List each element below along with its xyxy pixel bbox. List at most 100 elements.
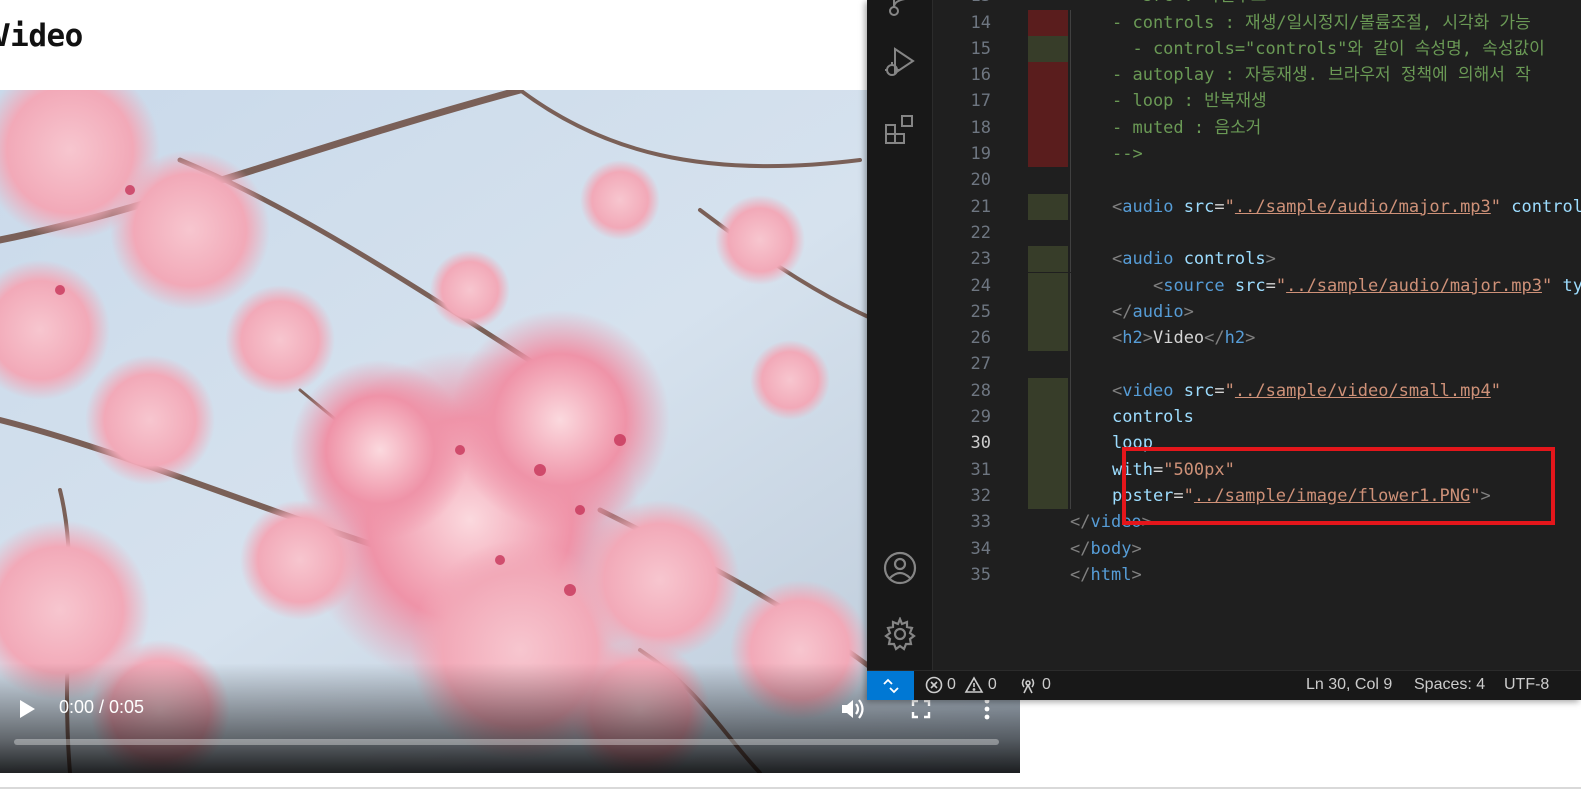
line-number: 26	[970, 328, 991, 349]
code-text: - loop : 반복재생	[1112, 88, 1267, 114]
code-line[interactable]: 32 poster="../sample/image/flower1.PNG">	[933, 482, 1581, 510]
code-line[interactable]: 21 <audio src="../sample/audio/major.mp3"…	[933, 193, 1581, 220]
code-token: - controls : 재생/일시정지/볼륨조절, 시각화 가능	[1112, 12, 1531, 33]
run-debug-icon[interactable]	[880, 42, 920, 82]
code-line[interactable]: 29 controls	[933, 404, 1581, 431]
code-line[interactable]: 16 - autoplay : 자동재생. 브라우저 정책에 의해서 작	[933, 62, 1581, 89]
settings-gear-icon[interactable]	[880, 614, 920, 654]
time-display: 0:00 / 0:05	[59, 697, 145, 717]
code-text: - controls="controls"와 같이 속성명, 속성값이	[1112, 36, 1545, 62]
indent-guide	[1070, 141, 1071, 168]
code-token: body	[1090, 538, 1132, 559]
code-line[interactable]: 35 </html>	[933, 562, 1581, 588]
code-token: with	[1112, 459, 1153, 480]
indent-guide	[1070, 88, 1071, 115]
line-number: 22	[970, 222, 991, 243]
code-token: </	[1204, 328, 1225, 349]
broadcast-icon	[1021, 678, 1035, 694]
diff-gutter-mark	[1028, 404, 1068, 431]
code-line[interactable]: 20	[933, 167, 1581, 194]
code-line[interactable]: 17 - loop : 반복재생	[933, 88, 1581, 115]
code-line[interactable]: 34 </body>	[933, 536, 1581, 562]
code-token: </	[1070, 512, 1091, 533]
code-token: source	[1163, 275, 1225, 296]
code-text: - src : 파일주소	[1122, 0, 1266, 10]
code-token: loop	[1112, 433, 1153, 454]
problems-indicator[interactable]: 0 0	[925, 676, 997, 694]
code-line[interactable]: 18 - muted : 음소거	[933, 114, 1581, 141]
code-token: >	[1265, 249, 1276, 270]
vscode-window: 13 - src : 파일주소 14 - controls : 재생/일시정지/볼륨조…	[867, 0, 1581, 700]
line-number: 30	[970, 433, 991, 454]
code-token: src	[1183, 380, 1215, 401]
cursor-position-text: Ln 30, Col 9	[1306, 676, 1393, 693]
code-token: >	[1480, 485, 1491, 506]
code-text: <source src="../sample/audio/major.mp3" …	[1112, 273, 1581, 299]
line-number: 28	[970, 380, 991, 401]
code-line[interactable]: 26 <h2>Video</h2>	[933, 325, 1581, 352]
code-token: "	[1470, 485, 1481, 506]
source-control-icon[interactable]	[880, 0, 920, 24]
diff-gutter-mark	[1028, 114, 1068, 141]
code-token: - autoplay : 자동재생. 브라우저 정책에 의해서 작	[1112, 65, 1531, 86]
code-token: </	[1112, 301, 1133, 322]
indent-guide	[1070, 62, 1071, 89]
line-number: 33	[970, 512, 991, 533]
account-icon[interactable]	[880, 548, 920, 588]
line-number: 24	[970, 275, 991, 296]
code-line[interactable]: 15 - controls="controls"와 같이 속성명, 속성값이	[933, 35, 1581, 63]
encoding-setting[interactable]: UTF-8	[1504, 676, 1549, 694]
code-line[interactable]: 24 <source src="../sample/audio/major.mp…	[933, 272, 1581, 299]
code-token: Video	[1152, 328, 1205, 349]
code-text: <h2>Video</h2>	[1112, 325, 1255, 351]
code-line[interactable]: 13 - src : 파일주소	[933, 0, 1581, 10]
code-token: - controls="controls"와 같이 속성명, 속성값이	[1112, 38, 1545, 59]
code-token: controls	[1183, 249, 1266, 270]
volume-button[interactable]	[838, 694, 868, 724]
line-number: 27	[970, 354, 991, 375]
extensions-icon[interactable]	[880, 110, 920, 150]
code-token: <	[1112, 196, 1123, 217]
indent-guide	[1070, 167, 1071, 194]
code-line[interactable]: 14 - controls : 재생/일시정지/볼륨조절, 시각화 가능	[933, 9, 1581, 36]
code-line[interactable]: 23 <audio controls>	[933, 246, 1581, 273]
diff-gutter-mark	[1028, 325, 1068, 352]
code-text: </html>	[1070, 562, 1142, 588]
code-token: video	[1122, 380, 1174, 401]
ports-count: 0	[1042, 676, 1051, 693]
code-token: src	[1183, 196, 1215, 217]
diff-gutter-mark	[1028, 430, 1068, 457]
encoding-text: UTF-8	[1504, 676, 1550, 693]
code-line[interactable]: 19 -->	[933, 141, 1581, 168]
code-line[interactable]: 22	[933, 219, 1581, 247]
code-line[interactable]: 27	[933, 351, 1581, 378]
code-line[interactable]: 28 <video src="../sample/video/small.mp4"	[933, 377, 1581, 404]
code-token: =	[1265, 275, 1276, 296]
code-line[interactable]: 30 loop	[933, 430, 1581, 457]
diff-gutter-mark	[1028, 246, 1068, 273]
remote-indicator-button[interactable]	[867, 671, 914, 700]
ports-indicator[interactable]: 0	[1018, 676, 1051, 694]
code-editor[interactable]: 13 - src : 파일주소 14 - controls : 재생/일시정지/볼륨조…	[933, 0, 1581, 670]
line-number: 16	[970, 65, 991, 86]
code-token: >	[1131, 564, 1142, 585]
play-button[interactable]	[12, 694, 42, 724]
diff-gutter-mark	[1028, 377, 1068, 404]
code-line[interactable]: 33 </video>	[933, 509, 1581, 535]
diff-gutter-mark	[1028, 35, 1068, 63]
line-number: 32	[970, 485, 991, 506]
indent-guide	[1070, 246, 1071, 273]
code-text: <audio controls>	[1112, 246, 1276, 272]
line-number: 25	[970, 301, 991, 322]
code-token: =	[1173, 485, 1184, 506]
code-token: h2	[1224, 328, 1246, 349]
line-number: 19	[970, 144, 991, 164]
activity-bar	[867, 0, 933, 670]
cursor-position[interactable]: Ln 30, Col 9	[1306, 676, 1392, 694]
code-line[interactable]: 31 with="500px"	[933, 456, 1581, 483]
seek-bar[interactable]	[14, 739, 999, 745]
indent-guide	[1070, 35, 1071, 63]
code-line[interactable]: 25 </audio>	[933, 298, 1581, 326]
indentation-setting[interactable]: Spaces: 4	[1414, 676, 1485, 694]
